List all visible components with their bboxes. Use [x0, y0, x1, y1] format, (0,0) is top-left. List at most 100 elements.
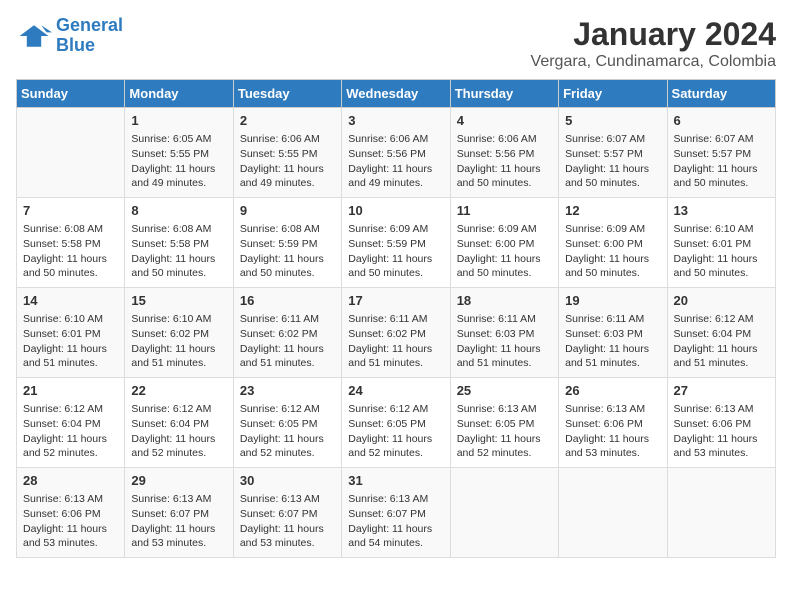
calendar-cell [17, 108, 125, 198]
calendar-cell: 29 Sunrise: 6:13 AM Sunset: 6:07 PM Dayli… [125, 468, 233, 558]
day-info: Sunrise: 6:06 AM Sunset: 5:56 PM Dayligh… [348, 132, 445, 191]
day-number: 6 [674, 112, 771, 130]
day-number: 18 [457, 292, 554, 310]
day-info: Sunrise: 6:13 AM Sunset: 6:07 PM Dayligh… [240, 492, 337, 551]
day-number: 28 [23, 472, 120, 490]
calendar-cell: 4 Sunrise: 6:06 AM Sunset: 5:56 PM Daylig… [450, 108, 558, 198]
calendar-cell: 15 Sunrise: 6:10 AM Sunset: 6:02 PM Dayli… [125, 288, 233, 378]
calendar-table: SundayMondayTuesdayWednesdayThursdayFrid… [16, 79, 776, 558]
day-info: Sunrise: 6:11 AM Sunset: 6:02 PM Dayligh… [240, 312, 337, 371]
calendar-cell: 14 Sunrise: 6:10 AM Sunset: 6:01 PM Dayli… [17, 288, 125, 378]
weekday-header-wednesday: Wednesday [342, 80, 450, 108]
calendar-cell: 28 Sunrise: 6:13 AM Sunset: 6:06 PM Dayli… [17, 468, 125, 558]
calendar-subtitle: Vergara, Cundinamarca, Colombia [531, 53, 776, 71]
calendar-week-row: 7 Sunrise: 6:08 AM Sunset: 5:58 PM Daylig… [17, 198, 776, 288]
calendar-cell: 30 Sunrise: 6:13 AM Sunset: 6:07 PM Dayli… [233, 468, 341, 558]
day-info: Sunrise: 6:12 AM Sunset: 6:04 PM Dayligh… [674, 312, 771, 371]
logo: General Blue [16, 16, 123, 56]
day-info: Sunrise: 6:07 AM Sunset: 5:57 PM Dayligh… [674, 132, 771, 191]
calendar-week-row: 28 Sunrise: 6:13 AM Sunset: 6:06 PM Dayli… [17, 468, 776, 558]
day-info: Sunrise: 6:07 AM Sunset: 5:57 PM Dayligh… [565, 132, 662, 191]
weekday-header-tuesday: Tuesday [233, 80, 341, 108]
day-info: Sunrise: 6:10 AM Sunset: 6:01 PM Dayligh… [23, 312, 120, 371]
logo-text: General Blue [56, 16, 123, 56]
calendar-cell: 31Sunrise: 6:13 AM Sunset: 6:07 PM Dayli… [342, 468, 450, 558]
day-info: Sunrise: 6:12 AM Sunset: 6:04 PM Dayligh… [23, 402, 120, 461]
weekday-header-saturday: Saturday [667, 80, 775, 108]
day-info: Sunrise: 6:13 AM Sunset: 6:06 PM Dayligh… [565, 402, 662, 461]
day-number: 23 [240, 382, 337, 400]
day-info: Sunrise: 6:12 AM Sunset: 6:05 PM Dayligh… [240, 402, 337, 461]
day-info: Sunrise: 6:06 AM Sunset: 5:55 PM Dayligh… [240, 132, 337, 191]
page-header: General Blue January 2024 Vergara, Cundi… [16, 16, 776, 71]
calendar-cell: 16 Sunrise: 6:11 AM Sunset: 6:02 PM Dayli… [233, 288, 341, 378]
day-number: 31 [348, 472, 445, 490]
calendar-cell: 10Sunrise: 6:09 AM Sunset: 5:59 PM Dayli… [342, 198, 450, 288]
day-info: Sunrise: 6:11 AM Sunset: 6:03 PM Dayligh… [457, 312, 554, 371]
day-number: 21 [23, 382, 120, 400]
day-info: Sunrise: 6:08 AM Sunset: 5:58 PM Dayligh… [131, 222, 228, 281]
day-info: Sunrise: 6:13 AM Sunset: 6:06 PM Dayligh… [674, 402, 771, 461]
calendar-cell: 7 Sunrise: 6:08 AM Sunset: 5:58 PM Daylig… [17, 198, 125, 288]
calendar-cell: 3 Sunrise: 6:06 AM Sunset: 5:56 PM Daylig… [342, 108, 450, 198]
day-number: 26 [565, 382, 662, 400]
calendar-cell [667, 468, 775, 558]
day-number: 17 [348, 292, 445, 310]
day-number: 1 [131, 112, 228, 130]
day-number: 20 [674, 292, 771, 310]
day-number: 16 [240, 292, 337, 310]
day-number: 3 [348, 112, 445, 130]
day-number: 19 [565, 292, 662, 310]
calendar-week-row: 1 Sunrise: 6:05 AM Sunset: 5:55 PM Daylig… [17, 108, 776, 198]
calendar-cell: 2Sunrise: 6:06 AM Sunset: 5:55 PM Daylig… [233, 108, 341, 198]
calendar-cell: 26 Sunrise: 6:13 AM Sunset: 6:06 PM Dayli… [559, 378, 667, 468]
weekday-header-thursday: Thursday [450, 80, 558, 108]
calendar-cell: 5 Sunrise: 6:07 AM Sunset: 5:57 PM Daylig… [559, 108, 667, 198]
day-number: 22 [131, 382, 228, 400]
calendar-title: January 2024 [531, 16, 776, 53]
day-info: Sunrise: 6:10 AM Sunset: 6:01 PM Dayligh… [674, 222, 771, 281]
calendar-cell [450, 468, 558, 558]
calendar-cell: 18 Sunrise: 6:11 AM Sunset: 6:03 PM Dayli… [450, 288, 558, 378]
day-number: 27 [674, 382, 771, 400]
weekday-header-sunday: Sunday [17, 80, 125, 108]
day-number: 15 [131, 292, 228, 310]
weekday-header-friday: Friday [559, 80, 667, 108]
day-info: Sunrise: 6:13 AM Sunset: 6:07 PM Dayligh… [131, 492, 228, 551]
day-number: 13 [674, 202, 771, 220]
calendar-cell: 13 Sunrise: 6:10 AM Sunset: 6:01 PM Dayli… [667, 198, 775, 288]
day-number: 12 [565, 202, 662, 220]
calendar-cell: 1 Sunrise: 6:05 AM Sunset: 5:55 PM Daylig… [125, 108, 233, 198]
day-info: Sunrise: 6:08 AM Sunset: 5:58 PM Dayligh… [23, 222, 120, 281]
day-number: 7 [23, 202, 120, 220]
calendar-cell: 23 Sunrise: 6:12 AM Sunset: 6:05 PM Dayli… [233, 378, 341, 468]
calendar-cell [559, 468, 667, 558]
day-number: 29 [131, 472, 228, 490]
day-info: Sunrise: 6:09 AM Sunset: 6:00 PM Dayligh… [457, 222, 554, 281]
calendar-week-row: 21 Sunrise: 6:12 AM Sunset: 6:04 PM Dayli… [17, 378, 776, 468]
day-number: 30 [240, 472, 337, 490]
calendar-cell: 24Sunrise: 6:12 AM Sunset: 6:05 PM Dayli… [342, 378, 450, 468]
weekday-header-row: SundayMondayTuesdayWednesdayThursdayFrid… [17, 80, 776, 108]
day-number: 25 [457, 382, 554, 400]
calendar-cell: 17Sunrise: 6:11 AM Sunset: 6:02 PM Dayli… [342, 288, 450, 378]
calendar-cell: 25 Sunrise: 6:13 AM Sunset: 6:05 PM Dayli… [450, 378, 558, 468]
day-info: Sunrise: 6:09 AM Sunset: 6:00 PM Dayligh… [565, 222, 662, 281]
day-info: Sunrise: 6:11 AM Sunset: 6:03 PM Dayligh… [565, 312, 662, 371]
day-number: 9 [240, 202, 337, 220]
day-info: Sunrise: 6:06 AM Sunset: 5:56 PM Dayligh… [457, 132, 554, 191]
calendar-week-row: 14 Sunrise: 6:10 AM Sunset: 6:01 PM Dayli… [17, 288, 776, 378]
day-info: Sunrise: 6:13 AM Sunset: 6:06 PM Dayligh… [23, 492, 120, 551]
day-info: Sunrise: 6:13 AM Sunset: 6:05 PM Dayligh… [457, 402, 554, 461]
day-info: Sunrise: 6:10 AM Sunset: 6:02 PM Dayligh… [131, 312, 228, 371]
calendar-cell: 6 Sunrise: 6:07 AM Sunset: 5:57 PM Daylig… [667, 108, 775, 198]
title-block: January 2024 Vergara, Cundinamarca, Colo… [531, 16, 776, 71]
day-info: Sunrise: 6:12 AM Sunset: 6:05 PM Dayligh… [348, 402, 445, 461]
day-number: 10 [348, 202, 445, 220]
day-number: 14 [23, 292, 120, 310]
day-info: Sunrise: 6:12 AM Sunset: 6:04 PM Dayligh… [131, 402, 228, 461]
day-number: 5 [565, 112, 662, 130]
day-number: 4 [457, 112, 554, 130]
logo-icon [16, 18, 52, 54]
day-info: Sunrise: 6:05 AM Sunset: 5:55 PM Dayligh… [131, 132, 228, 191]
